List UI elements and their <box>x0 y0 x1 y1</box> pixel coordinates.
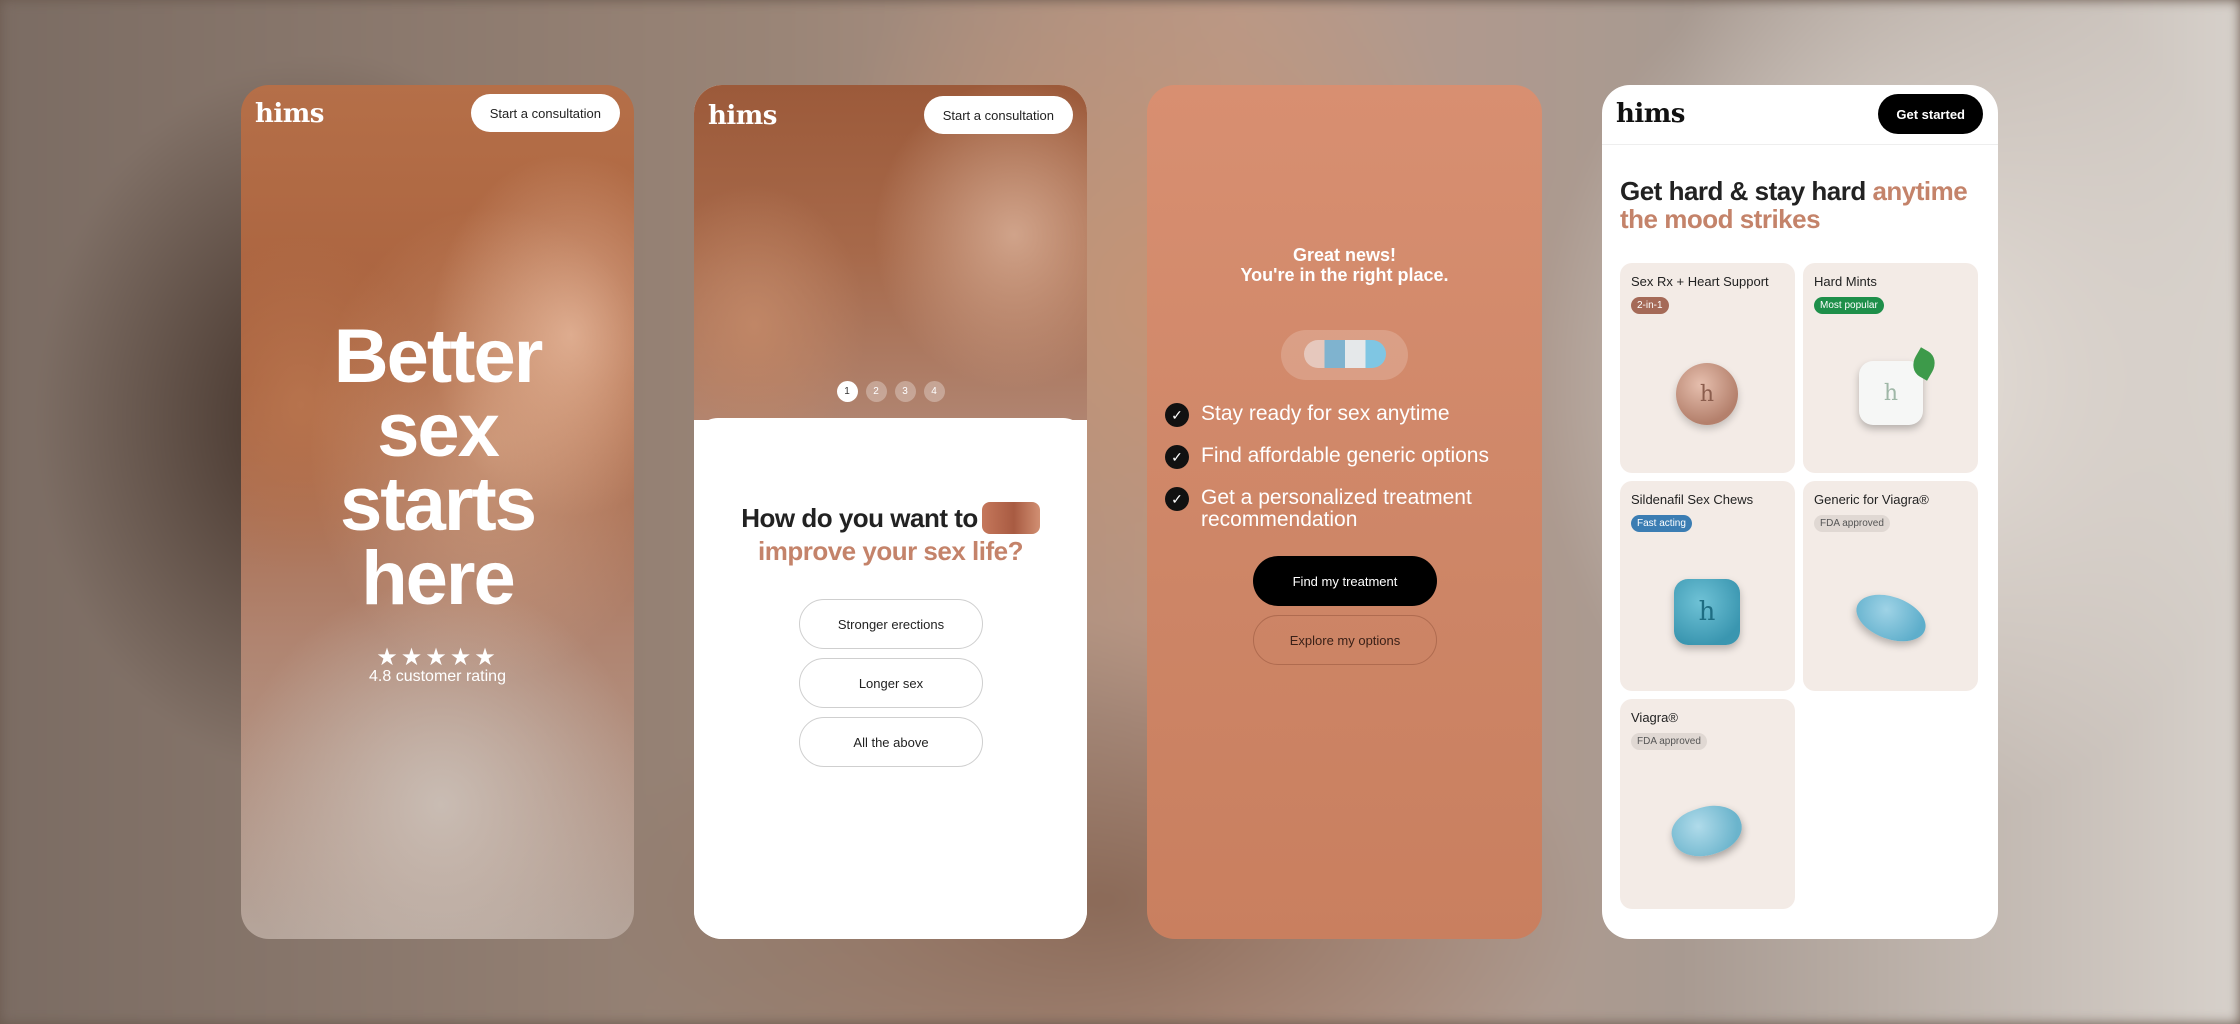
check-icon: ✓ <box>1165 403 1189 427</box>
product-badge: FDA approved <box>1631 733 1707 750</box>
checklist-text: Get a personalized treatment recommendat… <box>1201 486 1472 531</box>
start-consultation-button[interactable]: Start a consultation <box>470 94 620 132</box>
carousel-dots: 1 2 3 4 <box>694 381 1087 402</box>
start-consultation-button[interactable]: Start a consultation <box>923 96 1073 134</box>
checklist-item: ✓ Find affordable generic options <box>1165 445 1522 469</box>
news-line2: You're in the right place. <box>1240 265 1449 285</box>
headline-dark: Get hard & stay hard <box>1620 176 1873 206</box>
find-my-treatment-button[interactable]: Find my treatment <box>1253 556 1437 606</box>
option-longer-sex[interactable]: Longer sex <box>799 658 983 708</box>
checklist-item: ✓ Stay ready for sex anytime <box>1165 403 1522 427</box>
product-card-sildenafil-chews[interactable]: Sildenafil Sex Chews Fast acting h <box>1620 481 1795 691</box>
hims-logo[interactable]: hims <box>708 101 777 131</box>
pill-pack-icon <box>1304 340 1386 368</box>
product-name: Generic for Viagra® <box>1814 492 1929 507</box>
product-card-hard-mints[interactable]: Hard Mints Most popular h <box>1803 263 1978 473</box>
product-name: Sildenafil Sex Chews <box>1631 492 1754 507</box>
customer-rating-text: 4.8 customer rating <box>369 668 506 685</box>
product-name: Viagra® <box>1631 710 1678 725</box>
explore-my-options-button[interactable]: Explore my options <box>1253 615 1437 665</box>
product-badge: Most popular <box>1814 297 1884 314</box>
carousel-dot[interactable]: 2 <box>865 381 887 402</box>
product-badge: 2-in-1 <box>1631 297 1669 314</box>
product-grid: Sex Rx + Heart Support 2-in-1 h Hard Min… <box>1620 263 1978 909</box>
option-all-the-above[interactable]: All the above <box>799 717 983 767</box>
hims-logo[interactable]: hims <box>255 99 324 129</box>
hero-screen: hims Start a consultation Better sex sta… <box>241 85 634 939</box>
product-badge: Fast acting <box>1631 515 1692 532</box>
get-started-button[interactable]: Get started <box>1878 94 1983 134</box>
oval-pill-icon <box>1849 585 1933 651</box>
round-tablet-icon: h <box>1676 363 1738 425</box>
carousel-dot[interactable]: 4 <box>923 381 945 402</box>
couple-photo <box>694 85 1087 420</box>
option-stronger-erections[interactable]: Stronger erections <box>799 599 983 649</box>
check-icon: ✓ <box>1165 445 1189 469</box>
great-news-heading: Great news! You're in the right place. <box>1147 245 1542 285</box>
product-name: Sex Rx + Heart Support <box>1631 274 1769 289</box>
product-card-viagra[interactable]: Viagra® FDA approved <box>1620 699 1795 909</box>
hero-headline: Better sex starts here <box>333 314 544 621</box>
carousel-dot[interactable]: 1 <box>836 381 858 402</box>
diamond-pill-icon <box>1666 797 1748 865</box>
check-icon: ✓ <box>1165 487 1189 511</box>
product-name: Hard Mints <box>1814 274 1877 289</box>
product-card-sex-rx[interactable]: Sex Rx + Heart Support 2-in-1 h <box>1620 263 1795 473</box>
carousel-dot[interactable]: 3 <box>894 381 916 402</box>
benefits-checklist: ✓ Stay ready for sex anytime ✓ Find affo… <box>1165 403 1522 549</box>
checklist-text: Stay ready for sex anytime <box>1201 402 1450 425</box>
inline-photo-thumbnail <box>981 502 1040 534</box>
checklist-item: ✓ Get a personalized treatment recommend… <box>1165 487 1522 531</box>
question-screen: hims Start a consultation 1 2 3 4 How do… <box>694 85 1087 939</box>
product-card-generic-viagra[interactable]: Generic for Viagra® FDA approved <box>1803 481 1978 691</box>
news-line1: Great news! <box>1292 245 1397 265</box>
products-headline: Get hard & stay hard anytime the mood st… <box>1620 177 1978 233</box>
product-badge: FDA approved <box>1814 515 1890 532</box>
result-screen: Great news! You're in the right place. ✓… <box>1147 85 1542 939</box>
products-screen: hims Get started Get hard & stay hard an… <box>1602 85 1998 939</box>
question-heading: How do you want to <box>694 502 1087 534</box>
question-line2: improve your sex life? <box>758 536 1023 566</box>
question-line1: How do you want to <box>741 502 978 533</box>
header: hims Get started <box>1602 85 1998 145</box>
chew-icon: h <box>1674 579 1740 645</box>
checklist-text: Find affordable generic options <box>1201 444 1489 467</box>
hims-logo[interactable]: hims <box>1616 99 1685 129</box>
